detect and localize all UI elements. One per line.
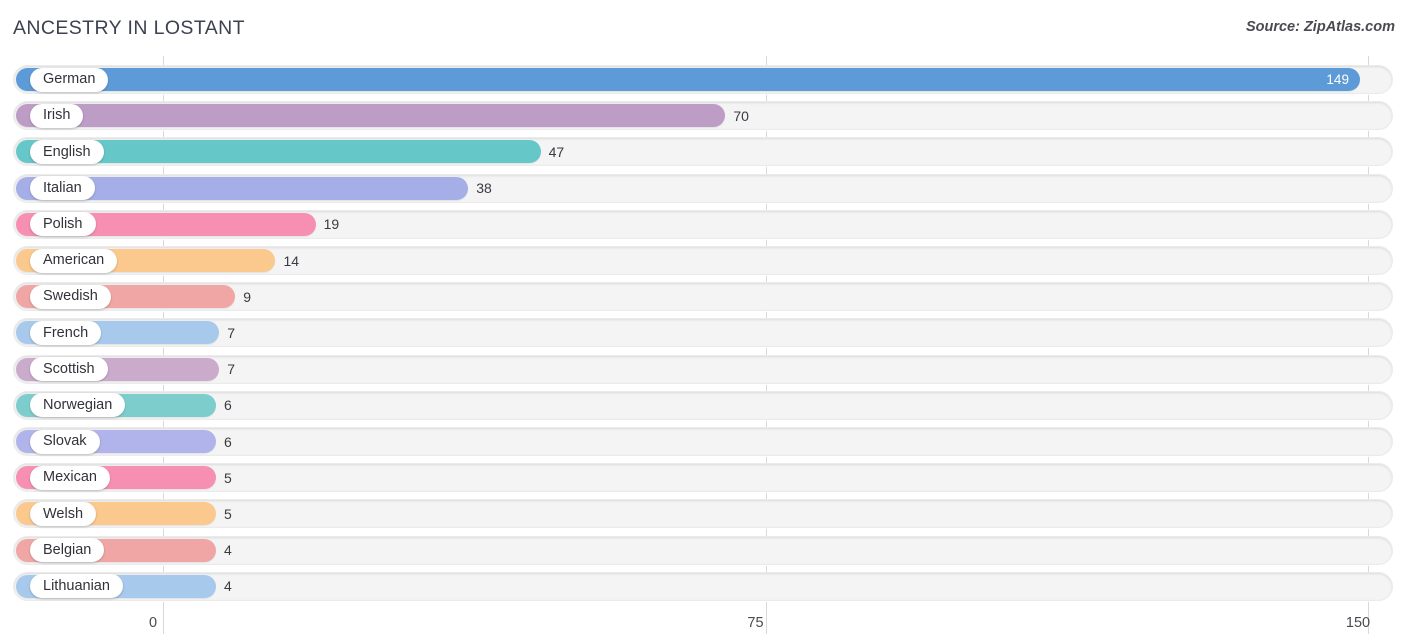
bar-category-pill[interactable]: Mexican bbox=[30, 465, 110, 490]
bar-row[interactable]: Swedish 9 bbox=[13, 282, 1393, 312]
bar-category-label: Scottish bbox=[43, 360, 95, 377]
bar-row[interactable]: Slovak 6 bbox=[13, 427, 1393, 456]
page-title: ANCESTRY IN LOSTANT bbox=[13, 17, 245, 39]
bar-category-label: American bbox=[43, 252, 105, 269]
bar-category-label: German bbox=[43, 71, 96, 88]
bar-value-label: 6 bbox=[224, 397, 232, 414]
bar-value-label: 9 bbox=[243, 288, 252, 305]
bar-category-pill[interactable]: Italian bbox=[30, 176, 95, 201]
bar-category-pill[interactable]: Welsh bbox=[30, 501, 97, 526]
bar-category-label: Mexican bbox=[43, 469, 97, 486]
bar-value-label: 19 bbox=[323, 216, 340, 233]
chart-x-axis: 0 75 150 bbox=[0, 608, 1406, 644]
bar-category-label: Welsh bbox=[43, 505, 84, 522]
bar-value-label: 14 bbox=[283, 252, 300, 269]
bar-value-label: 70 bbox=[733, 107, 749, 124]
axis-tick-label-75: 75 bbox=[747, 615, 764, 631]
bar-value-label: 6 bbox=[224, 433, 232, 450]
bar-row[interactable]: English 47 bbox=[13, 137, 1393, 167]
bar-row[interactable]: German 149 bbox=[13, 65, 1393, 94]
axis-tick-label-150: 150 bbox=[1345, 615, 1371, 631]
bar-category-label: Polish bbox=[43, 216, 83, 233]
bar-row[interactable]: Welsh 5 bbox=[13, 499, 1393, 529]
bar-category-label: Italian bbox=[43, 179, 82, 196]
bar-track bbox=[13, 571, 1393, 601]
bar-category-pill[interactable]: Norwegian bbox=[30, 393, 126, 418]
bar-value-label: 4 bbox=[224, 542, 232, 559]
bar-row[interactable]: Belgian 4 bbox=[13, 535, 1393, 565]
bar-category-label: Slovak bbox=[43, 433, 87, 450]
bar-row[interactable]: Italian 38 bbox=[13, 173, 1393, 203]
bar-value-label: 4 bbox=[224, 578, 232, 595]
bar-category-pill[interactable]: Polish bbox=[30, 212, 96, 237]
bar-value-label: 38 bbox=[476, 180, 492, 197]
axis-tick-label-0: 0 bbox=[148, 615, 158, 631]
bar-category-label: Swedish bbox=[43, 288, 98, 305]
axis-tick-line bbox=[765, 608, 767, 634]
bar-value-label: 149 bbox=[1326, 72, 1349, 87]
bar-category-label: Irish bbox=[43, 107, 71, 124]
bar-row[interactable]: Lithuanian 4 bbox=[13, 571, 1393, 601]
source-attribution: Source: ZipAtlas.com bbox=[1245, 19, 1395, 35]
bar-row[interactable]: Scottish 7 bbox=[13, 354, 1393, 384]
bar-row[interactable]: Norwegian 6 bbox=[13, 390, 1393, 420]
bar-category-pill[interactable]: Irish bbox=[30, 103, 84, 128]
bar-category-label: Belgian bbox=[43, 541, 92, 558]
bar-row[interactable]: Irish 70 bbox=[13, 101, 1393, 131]
bar-category-label: Lithuanian bbox=[43, 578, 110, 595]
bar-category-label: English bbox=[43, 143, 91, 160]
bar-track bbox=[13, 535, 1393, 565]
bar-track bbox=[13, 390, 1393, 420]
bar-fill[interactable] bbox=[16, 104, 726, 128]
bar-value-label: 7 bbox=[227, 324, 236, 341]
bar-row[interactable]: Mexican 5 bbox=[13, 463, 1393, 493]
chart-bar-rows: German 149 Irish 70 English 47 Italian 38 Polish… bbox=[0, 56, 1406, 608]
bar-track bbox=[13, 463, 1393, 493]
bar-value-label: 7 bbox=[227, 361, 236, 378]
bar-category-pill[interactable]: Belgian bbox=[30, 538, 105, 563]
axis-tick-line bbox=[163, 608, 164, 634]
bar-track bbox=[13, 427, 1393, 456]
chart-header: ANCESTRY IN LOSTANT Source: ZipAtlas.com bbox=[0, 0, 1406, 56]
bar-category-label: French bbox=[43, 324, 89, 341]
bar-track bbox=[13, 499, 1393, 529]
bar-row[interactable]: American 14 bbox=[13, 246, 1393, 275]
bar-value-label: 5 bbox=[224, 505, 232, 522]
bar-row[interactable]: French 7 bbox=[13, 318, 1393, 348]
bar-category-pill[interactable]: Slovak bbox=[30, 429, 100, 454]
bar-category-pill[interactable]: Swedish bbox=[30, 284, 111, 309]
bar-value-label: 47 bbox=[548, 143, 565, 160]
bar-category-pill[interactable]: Scottish bbox=[30, 357, 108, 382]
bar-value-label: 5 bbox=[224, 469, 232, 486]
bar-category-pill[interactable]: French bbox=[30, 320, 102, 345]
bar-category-pill[interactable]: Lithuanian bbox=[30, 574, 123, 599]
bar-track bbox=[13, 318, 1393, 348]
bar-category-pill[interactable]: German bbox=[30, 67, 109, 92]
bar-row[interactable]: Polish 19 bbox=[13, 209, 1393, 239]
bar-category-pill[interactable]: English bbox=[30, 139, 104, 164]
bar-fill[interactable] bbox=[16, 68, 1360, 91]
bar-track bbox=[13, 354, 1393, 384]
bar-category-label: Norwegian bbox=[43, 397, 113, 414]
bar-category-pill[interactable]: American bbox=[30, 248, 118, 273]
chart-plot-area: German 149 Irish 70 English 47 Italian 38 Polish… bbox=[0, 56, 1406, 608]
